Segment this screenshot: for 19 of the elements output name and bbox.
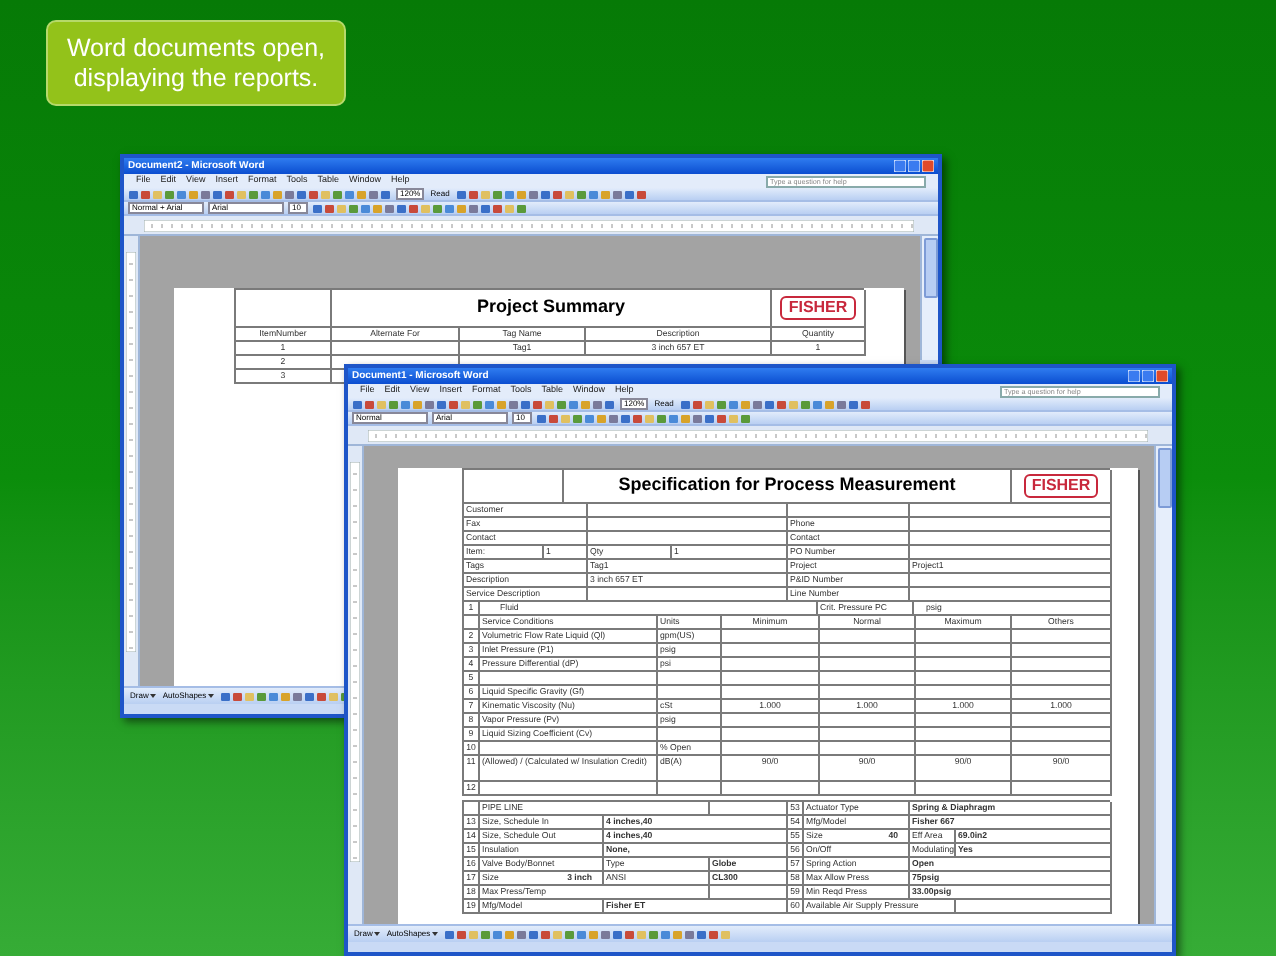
caret-icon	[208, 694, 215, 698]
maximize-button[interactable]	[1142, 370, 1154, 382]
close-button[interactable]	[1156, 370, 1168, 382]
fisher-logo: FISHER	[780, 296, 856, 320]
fisher-logo: FISHER	[1023, 474, 1099, 498]
document-title: Project Summary	[476, 294, 626, 321]
minimize-button[interactable]	[1128, 370, 1140, 382]
scroll-bar[interactable]	[1154, 446, 1172, 924]
table-cell	[464, 616, 480, 630]
caption-box: Word documents open, displaying the reports.	[46, 20, 346, 106]
caret-icon	[150, 694, 157, 698]
document-title: Specification for Process Measurement	[618, 472, 956, 499]
table-cell	[710, 886, 788, 900]
close-button[interactable]	[922, 160, 934, 172]
caret-icon	[374, 932, 381, 936]
caret-icon	[432, 932, 439, 936]
minimize-button[interactable]	[894, 160, 906, 172]
scroll-bar[interactable]	[920, 236, 938, 360]
maximize-button[interactable]	[908, 160, 920, 172]
